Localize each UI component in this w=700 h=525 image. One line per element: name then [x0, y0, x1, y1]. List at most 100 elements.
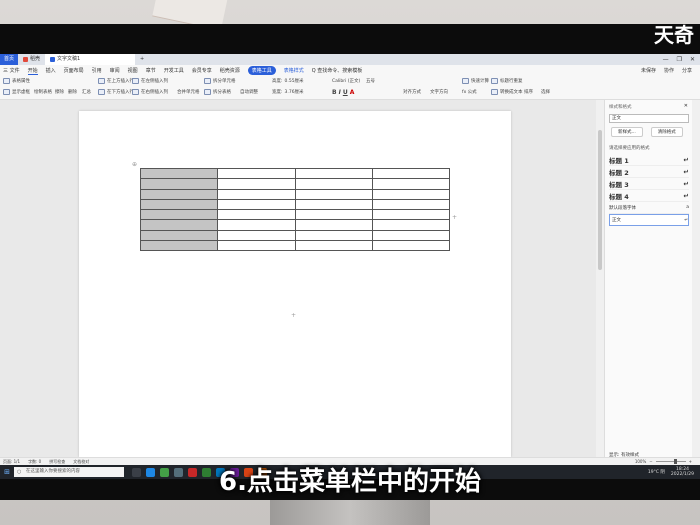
current-style-field[interactable]: 正文 — [609, 114, 689, 123]
table-cell[interactable] — [217, 219, 296, 231]
zoom-slider-knob[interactable] — [673, 459, 677, 464]
table-cell[interactable] — [294, 229, 373, 242]
zoom-slider[interactable] — [655, 459, 686, 464]
menu-view[interactable]: 视图 — [128, 67, 138, 74]
menu-table-tools[interactable]: 表格工具 — [247, 66, 276, 75]
table-cell[interactable] — [217, 240, 296, 252]
sort-button[interactable]: 排序 — [524, 89, 533, 95]
text-direction-button[interactable]: 文字方向 — [430, 89, 448, 95]
command-search[interactable]: Q 查找命令、搜索模板 — [312, 67, 363, 74]
vertical-scrollbar[interactable] — [596, 100, 604, 457]
style-heading-4[interactable]: 标题 4 ↵ — [609, 190, 689, 202]
formula-button[interactable]: fx 公式 — [462, 89, 477, 95]
underline-icon[interactable]: U — [343, 89, 348, 96]
delete-button[interactable]: 删除 — [68, 89, 77, 95]
share-button[interactable]: 分享 — [682, 67, 692, 74]
style-heading-1[interactable]: 标题 1 ↵ — [609, 154, 689, 166]
table-cell-shaded[interactable] — [139, 188, 219, 200]
tab-shell[interactable]: 稻壳 — [18, 54, 45, 65]
width-field[interactable]: 宽度: 3.76厘米 — [272, 89, 304, 95]
tab-home[interactable]: 首页 — [0, 54, 19, 65]
table-cell[interactable] — [294, 240, 373, 252]
alignment-button[interactable]: 对齐方式 — [403, 89, 421, 95]
menu-resources[interactable]: 稻壳资源 — [220, 67, 240, 74]
select-button[interactable]: 选择 — [541, 89, 550, 95]
menu-developer[interactable]: 开发工具 — [164, 67, 184, 74]
insert-above-button[interactable]: 在上方插入行 — [98, 78, 134, 84]
show-gridlines-button[interactable]: 显示虚框 — [3, 89, 30, 95]
table-cell[interactable] — [371, 167, 451, 180]
auto-fit-button[interactable]: 自动调整 — [240, 89, 258, 95]
repeat-header-button[interactable]: 标题行重复 — [491, 78, 523, 84]
table-cell[interactable] — [371, 219, 451, 231]
table-cell[interactable] — [371, 178, 451, 190]
table-cell[interactable] — [371, 240, 451, 252]
table-cell-shaded[interactable] — [139, 167, 219, 180]
menu-insert[interactable]: 插入 — [46, 67, 56, 74]
table-cell-shaded[interactable] — [139, 209, 219, 221]
draw-table-button[interactable]: 绘制表格 — [34, 89, 52, 95]
restore-icon[interactable]: ❐ — [677, 56, 682, 63]
close-icon[interactable]: ✕ — [684, 103, 688, 109]
file-menu[interactable]: 三 文件 — [3, 67, 20, 74]
menu-table-style[interactable]: 表格样式 — [284, 67, 304, 74]
font-select[interactable]: Calibri (正文) — [332, 78, 360, 84]
summary-button[interactable]: 汇总 — [82, 89, 91, 95]
table-move-handle-icon[interactable]: ⊕ — [132, 161, 137, 168]
table-cell[interactable] — [294, 209, 373, 221]
table-cell-shaded[interactable] — [139, 240, 219, 252]
table-properties-button[interactable]: 表格属性 — [3, 78, 30, 84]
zoom-in-icon[interactable]: + — [689, 459, 692, 464]
menu-start[interactable]: 开始 — [27, 67, 38, 75]
document-table[interactable] — [139, 167, 451, 252]
table-cell[interactable] — [371, 229, 451, 242]
table-cell[interactable] — [371, 188, 451, 200]
table-cell[interactable] — [217, 178, 296, 190]
style-body[interactable]: 正文 ↵ — [609, 214, 689, 226]
minimize-icon[interactable]: — — [663, 56, 669, 63]
insert-left-button[interactable]: 在左侧插入列 — [132, 78, 168, 84]
menu-references[interactable]: 引用 — [92, 67, 102, 74]
new-tab-button[interactable]: + — [135, 54, 149, 65]
table-cell-shaded[interactable] — [139, 198, 219, 211]
table-cell[interactable] — [371, 209, 451, 221]
table-cell[interactable] — [217, 167, 296, 180]
table-cell[interactable] — [294, 188, 373, 200]
table-cell[interactable] — [294, 167, 373, 180]
scrollbar-thumb[interactable] — [598, 130, 602, 270]
clear-format-button[interactable]: 清除格式 — [650, 127, 683, 137]
table-cell[interactable] — [217, 188, 296, 200]
split-table-button[interactable]: 拆分表格 — [204, 89, 231, 95]
document-page[interactable]: ⊕ + + — [79, 111, 511, 457]
menu-page-layout[interactable]: 页面布局 — [64, 67, 84, 74]
table-cell[interactable] — [294, 219, 373, 231]
erase-button[interactable]: 擦除 — [55, 89, 64, 95]
table-cell-shaded[interactable] — [139, 219, 219, 231]
collaborate-button[interactable]: 协作 — [664, 67, 674, 74]
menu-chapter[interactable]: 章节 — [146, 67, 156, 74]
word-count[interactable]: 字数: 0 — [28, 459, 41, 465]
menu-member[interactable]: 会员专享 — [192, 67, 212, 74]
quick-calc-button[interactable]: 快速计算 — [462, 78, 489, 84]
close-icon[interactable]: ✕ — [690, 56, 695, 63]
doc-check-button[interactable]: 文档校对 — [73, 459, 89, 465]
tab-document[interactable]: 文字文稿1 — [45, 54, 136, 65]
style-heading-3[interactable]: 标题 3 ↵ — [609, 178, 689, 190]
table-cell-shaded[interactable] — [139, 178, 219, 190]
style-heading-2[interactable]: 标题 2 ↵ — [609, 166, 689, 178]
merge-cells-button[interactable]: 合并单元格 — [177, 89, 200, 95]
add-column-handle-icon[interactable]: + — [452, 214, 457, 221]
insert-below-button[interactable]: 在下方插入行 — [98, 89, 134, 95]
font-size-select[interactable]: 五号 — [366, 78, 375, 84]
split-cells-button[interactable]: 拆分单元格 — [204, 78, 236, 84]
bold-icon[interactable]: B — [332, 89, 337, 96]
new-style-button[interactable]: 新样式... — [611, 127, 643, 137]
table-cell[interactable] — [294, 198, 373, 211]
table-cell[interactable] — [217, 198, 296, 211]
style-default-font[interactable]: 默认段落字体 a — [609, 202, 689, 214]
add-row-handle-icon[interactable]: + — [291, 312, 296, 319]
table-cell-shaded[interactable] — [139, 229, 219, 242]
height-field[interactable]: 高度: 0.55厘米 — [272, 78, 304, 84]
zoom-out-icon[interactable]: − — [649, 459, 652, 464]
table-cell[interactable] — [217, 209, 296, 221]
